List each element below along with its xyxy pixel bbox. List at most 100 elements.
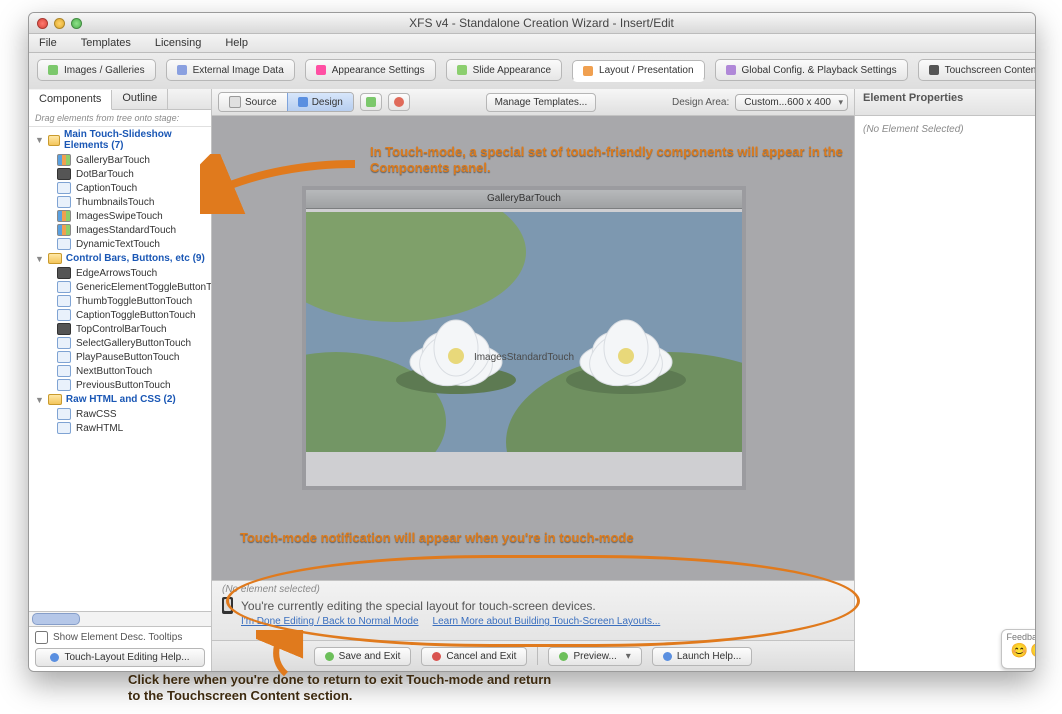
section-tab-icon (177, 65, 187, 75)
tree-item[interactable]: CaptionToggleButtonTouch (29, 308, 211, 322)
left-bottom: Show Element Desc. Tooltips Touch-Layout… (29, 626, 211, 671)
design-icon (298, 97, 308, 107)
tree-item[interactable]: ThumbToggleButtonTouch (29, 294, 211, 308)
tree-item[interactable]: ImagesStandardTouch (29, 223, 211, 237)
menu-file[interactable]: File (35, 35, 61, 51)
close-icon[interactable] (37, 18, 48, 29)
preview-label: Preview... (573, 651, 616, 662)
refresh-button[interactable] (360, 93, 382, 111)
show-tooltips-input[interactable] (35, 631, 48, 644)
section-tab-label: Appearance Settings (332, 65, 425, 76)
tree-item-label: PreviousButtonTouch (76, 380, 171, 391)
component-icon (57, 351, 71, 363)
tree-item[interactable]: PlayPauseButtonTouch (29, 350, 211, 364)
zoom-icon[interactable] (71, 18, 82, 29)
tree-item[interactable]: DynamicTextTouch (29, 237, 211, 251)
annotation-top: In Touch-mode, a special set of touch-fr… (370, 144, 850, 177)
gallery-bar-component[interactable]: GalleryBarTouch (306, 190, 742, 209)
folder-icon (48, 135, 60, 146)
tree-item[interactable]: GalleryBarTouch (29, 153, 211, 167)
tree-item[interactable]: ThumbnailsTouch (29, 195, 211, 209)
component-icon (57, 379, 71, 391)
menu-licensing[interactable]: Licensing (151, 35, 205, 51)
tree-item[interactable]: GenericElementToggleButtonTouch (29, 280, 211, 294)
section-tab-label: Touchscreen Content (945, 65, 1036, 76)
tree-item-label: GalleryBarTouch (76, 155, 150, 166)
section-tab-3[interactable]: Slide Appearance (446, 59, 562, 81)
tree-group[interactable]: ▼Raw HTML and CSS (2) (29, 392, 211, 407)
tree-item-label: ImagesStandardTouch (76, 225, 176, 236)
chevron-down-icon: ▾ (626, 651, 631, 662)
tree-item[interactable]: RawCSS (29, 407, 211, 421)
section-tab-icon (929, 65, 939, 75)
source-icon (229, 96, 241, 108)
component-icon (57, 365, 71, 377)
tree-group[interactable]: ▼Control Bars, Buttons, etc (9) (29, 251, 211, 266)
info-icon (50, 653, 59, 662)
tree-item[interactable]: DotBarTouch (29, 167, 211, 181)
cancel-and-exit-button[interactable]: Cancel and Exit (421, 647, 527, 666)
preview-button[interactable]: Preview... ▾ (548, 647, 641, 666)
tree-scrollbar[interactable] (29, 611, 211, 626)
annotation-mid: Touch-mode notification will appear when… (240, 530, 760, 546)
manage-templates-button[interactable]: Manage Templates... (486, 93, 597, 112)
touch-layout-help-label: Touch-Layout Editing Help... (64, 652, 189, 663)
tab-outline[interactable]: Outline (112, 89, 168, 109)
section-tab-icon (457, 65, 467, 75)
tree-item-label: ThumbToggleButtonTouch (76, 296, 192, 307)
images-standard-component[interactable]: ImagesStandardTouch (306, 212, 742, 452)
menu-help[interactable]: Help (221, 35, 252, 51)
section-tab-2[interactable]: Appearance Settings (305, 59, 436, 81)
properties-panel: Element Properties (No Element Selected) (855, 89, 1035, 671)
design-area-select[interactable]: Custom...600 x 400 (735, 94, 848, 111)
section-tab-5[interactable]: Global Config. & Playback Settings (715, 59, 908, 81)
component-icon (57, 154, 71, 166)
tree-item[interactable]: RawHTML (29, 421, 211, 435)
canvas[interactable]: GalleryBarTouch (212, 116, 854, 580)
component-icon (57, 309, 71, 321)
design-toolbar: Source Design Manage Templates... Design… (212, 89, 854, 116)
design-surface[interactable]: GalleryBarTouch (302, 186, 746, 490)
section-tab-label: Slide Appearance (473, 65, 551, 76)
tree-item-label: PlayPauseButtonTouch (76, 352, 179, 363)
phone-icon (222, 597, 233, 614)
tree-item-label: TopControlBarTouch (76, 324, 167, 335)
twisty-icon: ▼ (35, 395, 44, 405)
learn-more-link[interactable]: Learn More about Building Touch-Screen L… (433, 616, 661, 627)
touch-layout-help-button[interactable]: Touch-Layout Editing Help... (35, 648, 205, 667)
section-tab-1[interactable]: External Image Data (166, 59, 295, 81)
reset-button[interactable] (388, 93, 410, 111)
section-tab-4[interactable]: Layout / Presentation (572, 60, 705, 82)
menu-templates[interactable]: Templates (77, 35, 135, 51)
source-label: Source (245, 97, 277, 108)
folder-icon (48, 253, 62, 264)
tree-item[interactable]: ImagesSwipeTouch (29, 209, 211, 223)
save-and-exit-button[interactable]: Save and Exit (314, 647, 412, 666)
tree-item[interactable]: TopControlBarTouch (29, 322, 211, 336)
tree-item[interactable]: SelectGalleryButtonTouch (29, 336, 211, 350)
section-tab-6[interactable]: Touchscreen Content (918, 59, 1036, 81)
feedback-widget[interactable]: Feedback... 😊😐 (1001, 629, 1036, 669)
touch-mode-message: You're currently editing the special lay… (241, 599, 596, 613)
launch-help-button[interactable]: Launch Help... (652, 647, 753, 666)
show-tooltips-checkbox[interactable]: Show Element Desc. Tooltips (35, 631, 205, 644)
design-button[interactable]: Design (287, 92, 354, 112)
tree-item[interactable]: NextButtonTouch (29, 364, 211, 378)
show-tooltips-label: Show Element Desc. Tooltips (53, 632, 182, 643)
component-icon (57, 238, 71, 250)
minimize-icon[interactable] (54, 18, 65, 29)
tree-item-label: RawHTML (76, 423, 123, 434)
back-to-normal-link[interactable]: I'm Done Editing / Back to Normal Mode (241, 616, 419, 627)
tab-components[interactable]: Components (29, 90, 112, 110)
tree-item-label: DotBarTouch (76, 169, 134, 180)
tree-item[interactable]: EdgeArrowsTouch (29, 266, 211, 280)
section-tab-0[interactable]: Images / Galleries (37, 59, 156, 81)
source-button[interactable]: Source (219, 93, 288, 111)
tree-item[interactable]: PreviousButtonTouch (29, 378, 211, 392)
play-icon (559, 652, 568, 661)
tree-item-label: SelectGalleryButtonTouch (76, 338, 191, 349)
component-icon (57, 422, 71, 434)
tree-group[interactable]: ▼Main Touch-Slideshow Elements (7) (29, 127, 211, 153)
tree-item[interactable]: CaptionTouch (29, 181, 211, 195)
component-icon (57, 168, 71, 180)
